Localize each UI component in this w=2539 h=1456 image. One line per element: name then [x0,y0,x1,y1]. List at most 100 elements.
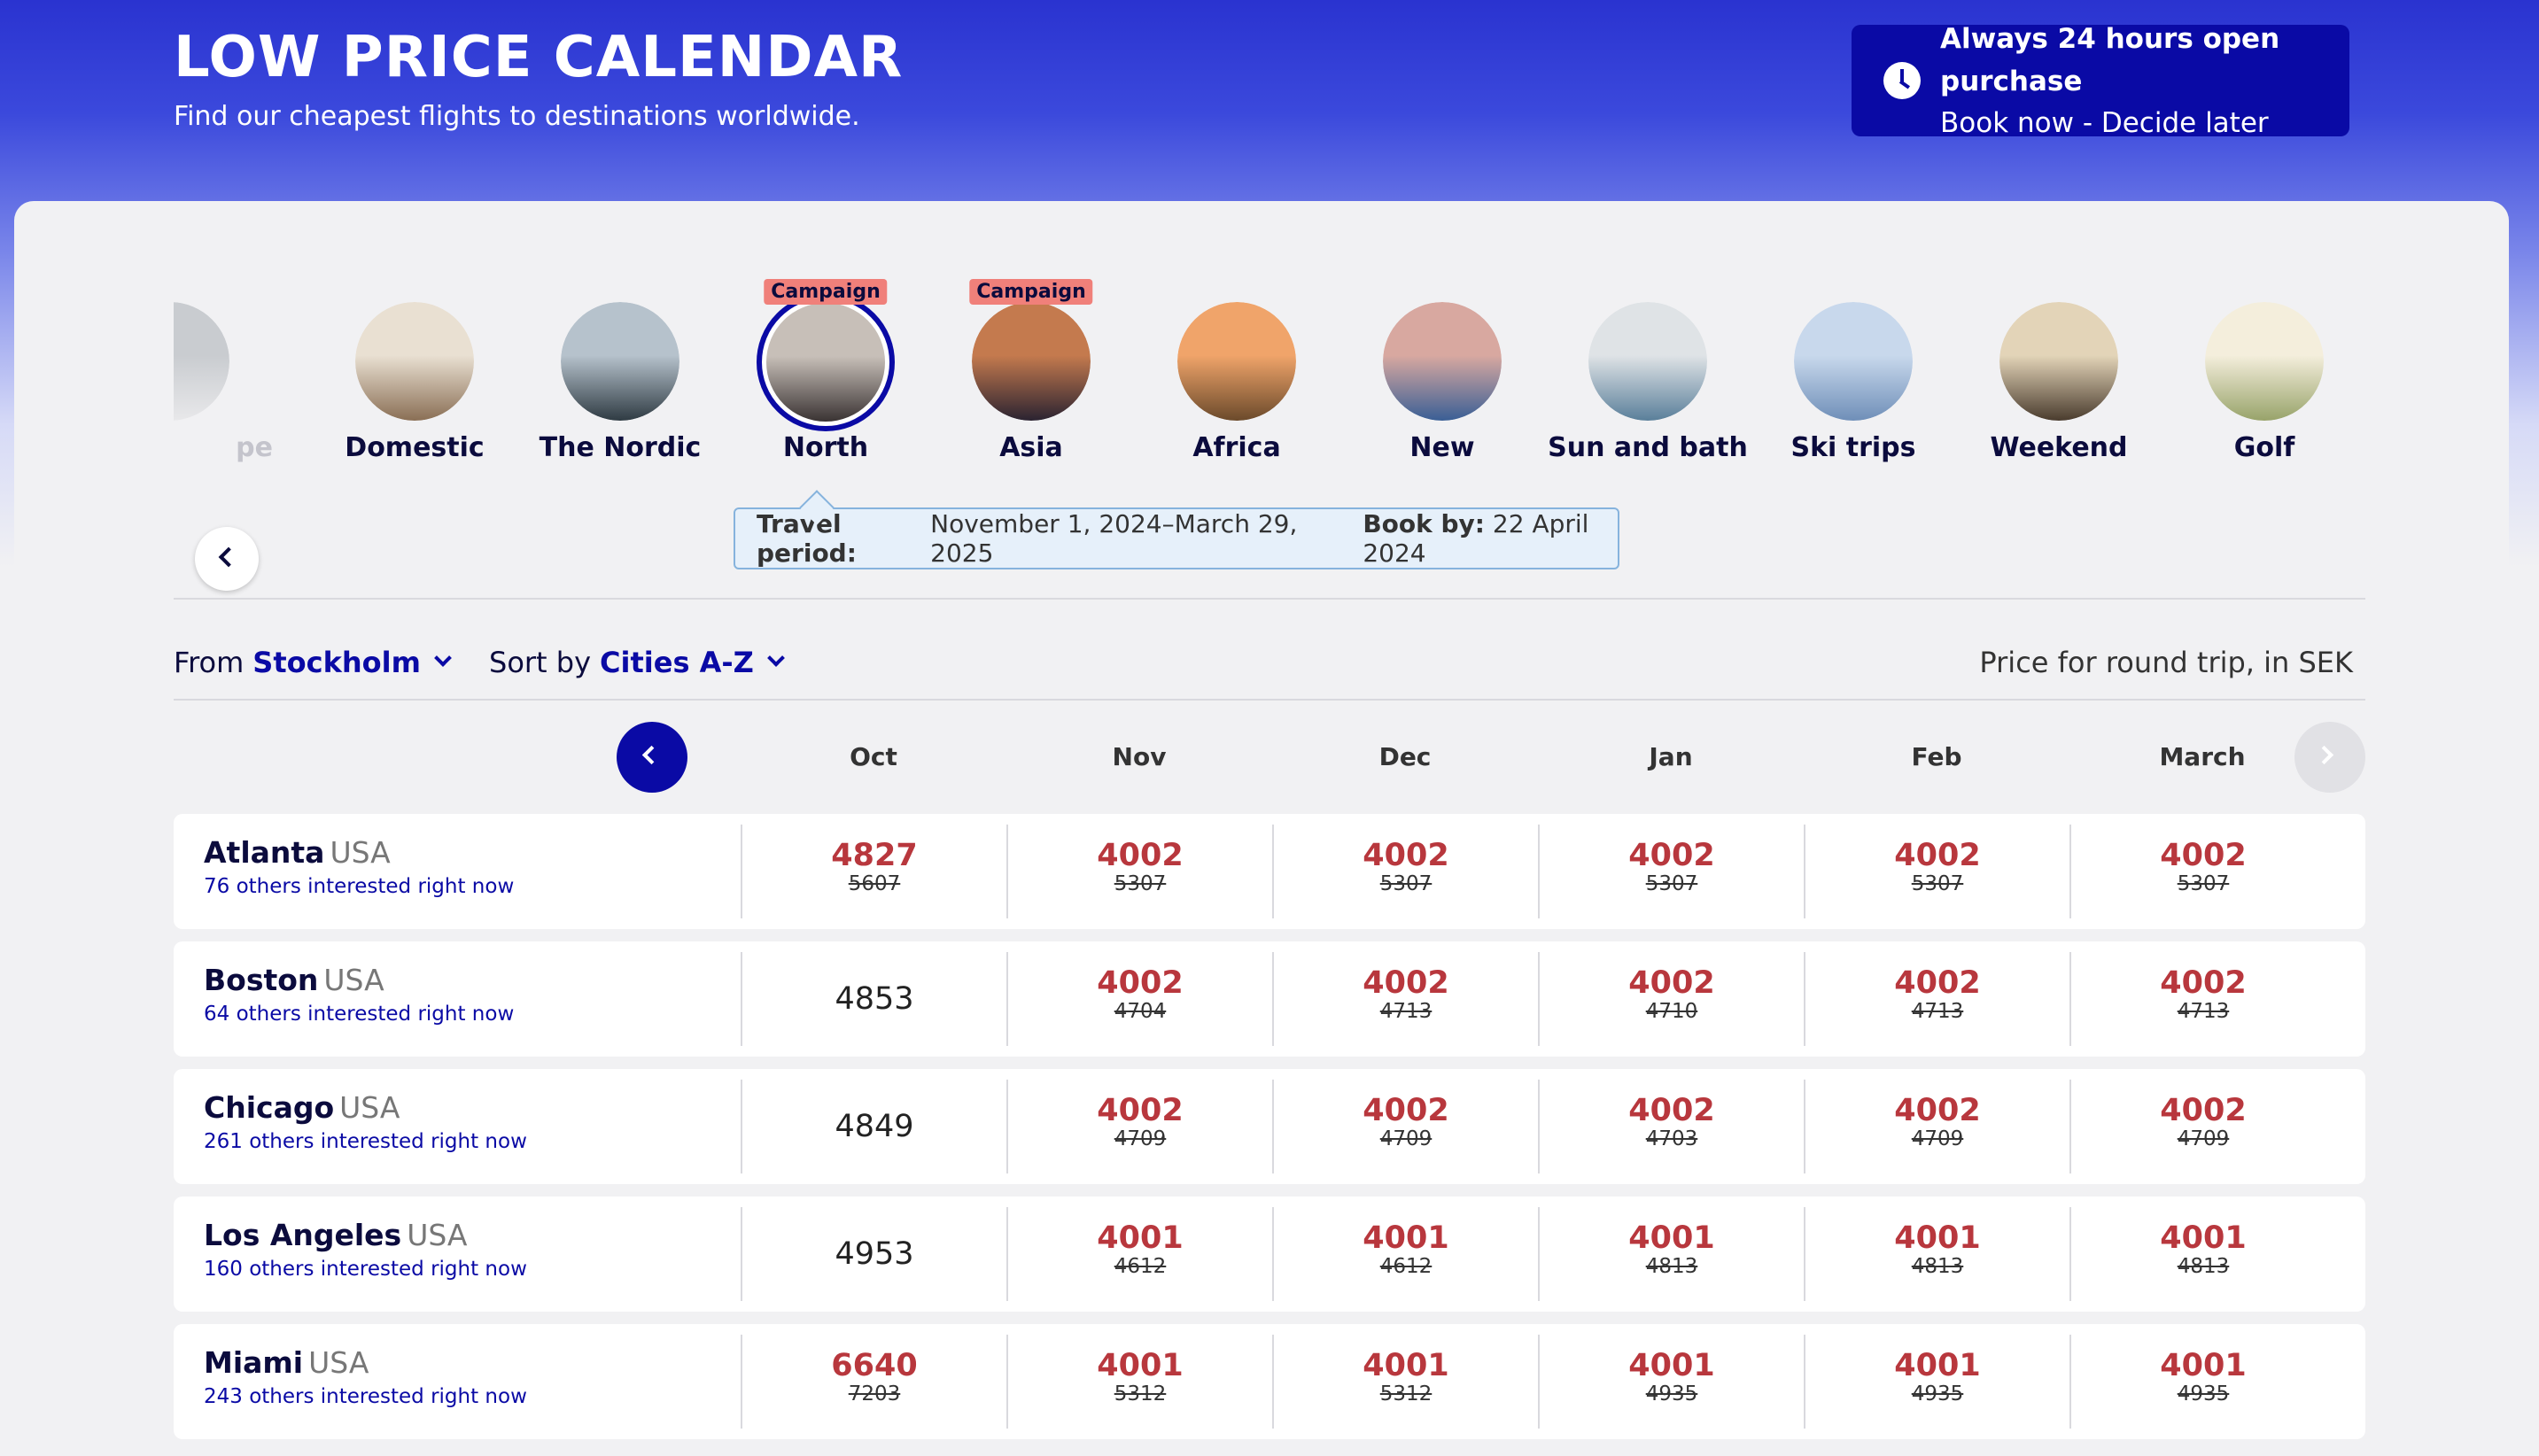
price-cell[interactable]: 4953 [741,1207,1006,1301]
divider [174,699,2365,701]
price-cell[interactable]: 4849 [741,1080,1006,1173]
price-cell[interactable]: 4002 4710 [1538,952,1804,1046]
category-image [1794,302,1913,421]
price-value: 4001 [1363,1220,1449,1256]
price-value: 4001 [1894,1220,1981,1256]
category-item[interactable]: Sun and bath [1545,236,1751,465]
price-value: 6640 [831,1348,918,1383]
sort-value: Cities A-Z [600,646,754,679]
price-value: 4001 [1894,1348,1981,1383]
table-row[interactable]: Boston USA 64 others interested right now 4… [174,941,2365,1057]
city-name: Miami [204,1345,304,1380]
category-label: Domestic [345,432,485,463]
from-value: Stockholm [252,646,421,679]
city-name: Los Angeles [204,1218,402,1252]
price-cell[interactable]: 4001 4813 [1804,1207,2069,1301]
price-cell[interactable]: 4002 4709 [1804,1080,2069,1173]
price-cell[interactable]: 4002 4703 [1538,1080,1804,1173]
price-cell[interactable]: 4001 4813 [2069,1207,2335,1301]
category-item[interactable]: Campaign North America [723,236,928,467]
city-name: Atlanta [204,835,325,870]
category-image [1588,302,1707,421]
category-item[interactable]: New destinations [1339,236,1545,467]
sort-dropdown[interactable]: Sort by Cities A-Z [489,646,785,679]
chevron-left-icon [218,546,239,568]
table-row[interactable]: Chicago USA 261 others interested right no… [174,1069,2365,1184]
price-cell[interactable]: 4002 4713 [1804,952,2069,1046]
category-item[interactable]: Campaign Asia [928,236,1134,465]
category-item[interactable]: Africa [1134,236,1339,465]
original-price: 4612 [1114,1255,1167,1278]
price-cell[interactable]: 4001 4935 [1538,1335,1804,1429]
price-cell[interactable]: 4002 4713 [2069,952,2335,1046]
price-value: 4002 [1894,965,1981,1001]
carousel-prev-button[interactable] [195,527,259,591]
price-cell[interactable]: 4001 4813 [1538,1207,1804,1301]
price-cell[interactable]: 4827 5607 [741,825,1006,918]
city-name: Chicago [204,1090,335,1125]
table-row[interactable]: Miami USA 243 others interested right now 6… [174,1324,2365,1439]
original-price: 4935 [1645,1382,1698,1406]
category-item[interactable]: Ski trips [1751,236,1956,465]
price-cell[interactable]: 4002 5307 [2069,825,2335,918]
interest-count: 64 others interested right now [204,1003,515,1026]
original-price: 4703 [1645,1127,1698,1150]
original-price: 4704 [1114,1000,1167,1023]
price-value: 4001 [1097,1220,1184,1256]
price-cell[interactable]: 6640 7203 [741,1335,1006,1429]
price-cell[interactable]: 4002 5307 [1006,825,1272,918]
month-column-header: Nov [1112,742,1167,771]
price-cell[interactable]: 4001 5312 [1272,1335,1538,1429]
category-item[interactable]: The Nordic countries [517,236,723,467]
table-row[interactable]: Los Angeles USA 160 others interested righ… [174,1197,2365,1312]
sort-label: Sort by [489,646,592,679]
price-value: 4002 [1363,838,1449,873]
original-price: 4813 [1911,1255,1964,1278]
chevron-down-icon [766,649,785,667]
category-item[interactable]: Golf [2162,236,2366,465]
price-cell[interactable]: 4001 4612 [1272,1207,1538,1301]
category-item[interactable]: Domestic [312,236,517,465]
price-value: 4002 [1097,1093,1184,1128]
promo-title: Always 24 hours open purchase [1940,23,2280,97]
price-cell[interactable]: 4853 [741,952,1006,1046]
price-value: 4002 [1363,965,1449,1001]
original-price: 5307 [1645,872,1698,895]
price-cell[interactable]: 4002 5307 [1538,825,1804,918]
category-label: Ski trips [1790,432,1916,463]
price-cell[interactable]: 4001 5312 [1006,1335,1272,1429]
category-image [2205,302,2324,421]
price-cell[interactable]: 4002 4713 [1272,952,1538,1046]
price-note: Price for round trip, in SEK [1979,646,2353,679]
original-price: 4709 [1379,1127,1433,1150]
table-row[interactable]: Atlanta USA 76 others interested right now… [174,814,2365,929]
price-cell[interactable]: 4001 4935 [1804,1335,2069,1429]
price-cell[interactable]: 4001 4612 [1006,1207,1272,1301]
price-cell[interactable]: 4002 5307 [1272,825,1538,918]
calendar-card: pe Domestic The Nordic countries Campaign No… [14,201,2509,1456]
category-label: Weekend [1990,432,2128,463]
category-label: North America [765,432,887,467]
price-cell[interactable]: 4002 4709 [1272,1080,1538,1173]
price-cell[interactable]: 4002 4704 [1006,952,1272,1046]
months-prev-button[interactable] [617,722,687,793]
price-cell[interactable]: 4001 4935 [2069,1335,2335,1429]
price-cell[interactable]: 4002 4709 [2069,1080,2335,1173]
original-price: 7203 [848,1382,901,1406]
original-price: 5307 [1114,872,1167,895]
city-cell: Boston USA 64 others interested right now [174,941,741,1057]
city-cell: Miami USA 243 others interested right now [174,1324,741,1439]
price-value: 4002 [1363,1093,1449,1128]
category-item[interactable]: pe [174,236,273,465]
price-cell[interactable]: 4002 4709 [1006,1080,1272,1173]
category-image [355,302,474,421]
original-price: 5307 [1379,872,1433,895]
price-cell[interactable]: 4002 5307 [1804,825,2069,918]
campaign-badge: Campaign [969,279,1093,305]
filter-bar: From Stockholm Sort by Cities A-Z Price fo… [174,626,2365,706]
from-dropdown[interactable]: From Stockholm [174,646,452,679]
category-label: Asia [999,432,1063,463]
category-item[interactable]: Weekend [1956,236,2162,465]
month-column-header: Dec [1378,742,1432,771]
open-purchase-banner[interactable]: Always 24 hours open purchase Book now -… [1852,23,2349,139]
